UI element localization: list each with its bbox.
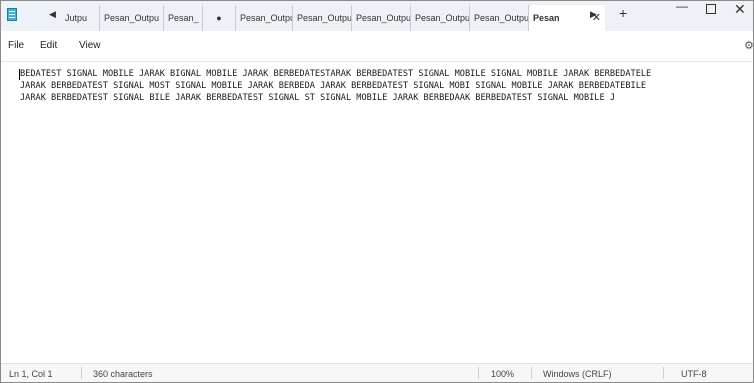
title-bar: ◀ Jutpu Pesan_Outpu Pesan_ ● Pesan_Outpu… — [1, 1, 753, 31]
tab-unsaved-dot[interactable]: ● — [203, 5, 236, 31]
notepad-app-icon — [7, 8, 17, 21]
status-divider — [663, 367, 664, 379]
text-editor-area[interactable]: BEDATEST SIGNAL MOBILE JARAK BIGNAL MOBI… — [1, 62, 753, 362]
tab-8[interactable]: Pesan_Outpu — [470, 5, 529, 31]
tab-0[interactable]: Jutpu — [61, 5, 100, 31]
tab-6[interactable]: Pesan_Outpu — [352, 5, 411, 31]
status-divider — [81, 367, 82, 379]
menu-view[interactable]: View — [79, 40, 101, 51]
menu-edit[interactable]: Edit — [40, 40, 57, 51]
zoom-level[interactable]: 100% — [491, 369, 514, 379]
minimize-button[interactable]: — — [676, 1, 688, 13]
tab-active-label: Pesan — [533, 13, 560, 23]
notepad-window: ◀ Jutpu Pesan_Outpu Pesan_ ● Pesan_Outpu… — [0, 0, 754, 383]
settings-gear-icon[interactable]: ⚙ — [744, 39, 753, 52]
text-line-2: JARAK BERBEDATEST SIGNAL MOST SIGNAL MOB… — [20, 81, 647, 91]
tab-1[interactable]: Pesan_Outpu — [100, 5, 164, 31]
status-divider — [531, 367, 532, 379]
menu-file[interactable]: File — [8, 40, 24, 51]
scroll-tabs-right-icon[interactable]: ▶ — [590, 9, 597, 20]
text-line-3: JARAK BERBEDATEST SIGNAL BILE JARAK BERB… — [20, 93, 615, 103]
maximize-button[interactable] — [706, 4, 716, 14]
line-ending[interactable]: Windows (CRLF) — [543, 369, 612, 379]
status-divider — [478, 367, 479, 379]
menu-bar: File Edit View ⚙ — [1, 31, 753, 62]
status-bar: Ln 1, Col 1 360 characters 100% Windows … — [1, 363, 753, 382]
close-window-button[interactable]: ✕ — [734, 1, 746, 18]
encoding[interactable]: UTF-8 — [681, 369, 707, 379]
tab-strip: Jutpu Pesan_Outpu Pesan_ ● Pesan_Outpu P… — [61, 5, 605, 31]
tab-4[interactable]: Pesan_Outpu — [236, 5, 293, 31]
tab-7[interactable]: Pesan_Outpu — [411, 5, 470, 31]
character-count: 360 characters — [93, 369, 153, 379]
text-line-1: BEDATEST SIGNAL MOBILE JARAK BIGNAL MOBI… — [20, 69, 652, 79]
new-tab-button[interactable]: + — [619, 5, 627, 21]
tab-5[interactable]: Pesan_Outpu — [293, 5, 352, 31]
document-text[interactable]: BEDATEST SIGNAL MOBILE JARAK BIGNAL MOBI… — [20, 68, 750, 104]
scroll-tabs-left-icon[interactable]: ◀ — [49, 9, 56, 20]
tab-2[interactable]: Pesan_ — [164, 5, 203, 31]
cursor-position: Ln 1, Col 1 — [9, 369, 53, 379]
